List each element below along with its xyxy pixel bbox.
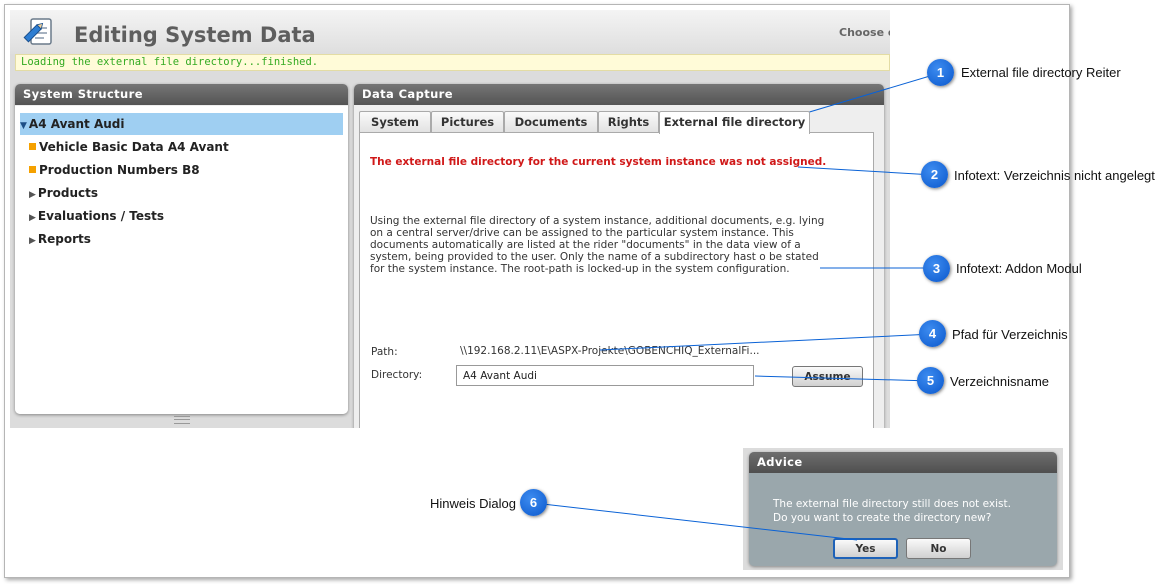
app-window: Editing System Data Choose o Loading the…: [10, 10, 890, 428]
tree-item-label: Evaluations / Tests: [37, 209, 165, 223]
advice-dialog-wrapper: Advice The external file directory still…: [743, 448, 1063, 570]
status-message: Loading the external file directory...fi…: [15, 54, 890, 71]
data-capture-title: Data Capture: [354, 84, 884, 105]
tab-rights[interactable]: Rights: [598, 111, 659, 132]
warning-text: The external file directory for the curr…: [370, 156, 827, 168]
no-button[interactable]: No: [906, 538, 971, 559]
callout-badge-6: 6: [520, 489, 547, 516]
tree-item-label: Products: [37, 186, 99, 200]
tree-item-products[interactable]: ▶ Products: [29, 182, 98, 204]
triangle-right-icon: ▶: [29, 190, 36, 200]
info-text: Using the external file directory of a s…: [370, 215, 865, 275]
path-label: Path:: [371, 346, 398, 358]
tab-documents[interactable]: Documents: [504, 111, 598, 132]
tree-item-a4-avant-audi[interactable]: ▼ A4 Avant Audi: [20, 113, 343, 135]
triangle-right-icon: ▶: [29, 236, 36, 246]
tree-item-label: A4 Avant Audi: [28, 117, 125, 131]
tree-item-evaluations-tests[interactable]: ▶ Evaluations / Tests: [29, 205, 164, 227]
yes-button[interactable]: Yes: [833, 538, 898, 559]
info-line: for the system instance. The root-path i…: [370, 263, 790, 275]
resize-grip[interactable]: [174, 416, 190, 424]
advice-dialog: Advice The external file directory still…: [749, 452, 1057, 566]
triangle-right-icon: ▶: [29, 213, 36, 223]
path-value: \\192.168.2.11\E\ASPX-Projekte\GOBENCHIQ…: [460, 345, 760, 357]
advice-line-2: Do you want to create the directory new?: [773, 512, 992, 524]
tab-external-file-directory[interactable]: External file directory: [659, 111, 810, 134]
triangle-down-icon: ▼: [20, 121, 27, 131]
system-structure-title: System Structure: [15, 84, 348, 105]
callout-badge-3: 3: [923, 255, 950, 282]
tab-content: The external file directory for the curr…: [359, 132, 874, 428]
assume-button[interactable]: Assume: [792, 366, 863, 387]
callout-text-5: Verzeichnisname: [950, 374, 1049, 389]
info-line: system, being provided to the user. Only…: [370, 251, 819, 263]
data-capture-panel: Data Capture System Pictures Documents R…: [354, 84, 884, 428]
tab-pictures[interactable]: Pictures: [431, 111, 504, 132]
info-line: on a central server/drive can be assigne…: [370, 227, 794, 239]
callout-badge-1: 1: [927, 59, 954, 86]
advice-message: The external file directory still does n…: [773, 497, 1011, 525]
app-header: Editing System Data Choose o: [10, 10, 890, 54]
callout-text-1: External file directory Reiter: [961, 65, 1121, 80]
tree-item-label: Reports: [37, 232, 91, 246]
directory-input[interactable]: [456, 365, 754, 386]
orange-square-icon: [29, 166, 36, 173]
advice-line-1: The external file directory still does n…: [773, 498, 1011, 510]
callout-text-4: Pfad für Verzeichnis: [952, 327, 1068, 342]
choose-label[interactable]: Choose o: [839, 26, 890, 39]
tab-system[interactable]: System: [359, 111, 431, 132]
callout-badge-5: 5: [917, 367, 944, 394]
tree-item-production-numbers[interactable]: Production Numbers B8: [29, 159, 200, 181]
callout-text-6: Hinweis Dialog: [430, 496, 516, 511]
directory-label: Directory:: [371, 369, 423, 381]
structure-tree: ▼ A4 Avant Audi Vehicle Basic Data A4 Ava…: [15, 106, 348, 414]
system-structure-panel: System Structure ▼ A4 Avant Audi Vehicle …: [15, 84, 348, 414]
callout-badge-4: 4: [919, 320, 946, 347]
edit-document-icon: [23, 18, 52, 45]
tree-item-label: Production Numbers B8: [39, 163, 200, 177]
info-line: Using the external file directory of a s…: [370, 215, 825, 227]
tree-item-vehicle-basic-data[interactable]: Vehicle Basic Data A4 Avant: [29, 136, 229, 158]
callout-text-2: Infotext: Verzeichnis nicht angelegt: [954, 168, 1155, 183]
info-line: documents automatically are listed at th…: [370, 239, 801, 251]
callout-badge-2: 2: [921, 161, 948, 188]
callout-text-3: Infotext: Addon Modul: [956, 261, 1082, 276]
orange-square-icon: [29, 143, 36, 150]
tree-item-label: Vehicle Basic Data A4 Avant: [39, 140, 229, 154]
advice-dialog-title: Advice: [749, 452, 1057, 473]
tree-item-reports[interactable]: ▶ Reports: [29, 228, 91, 250]
page-title: Editing System Data: [74, 23, 316, 47]
